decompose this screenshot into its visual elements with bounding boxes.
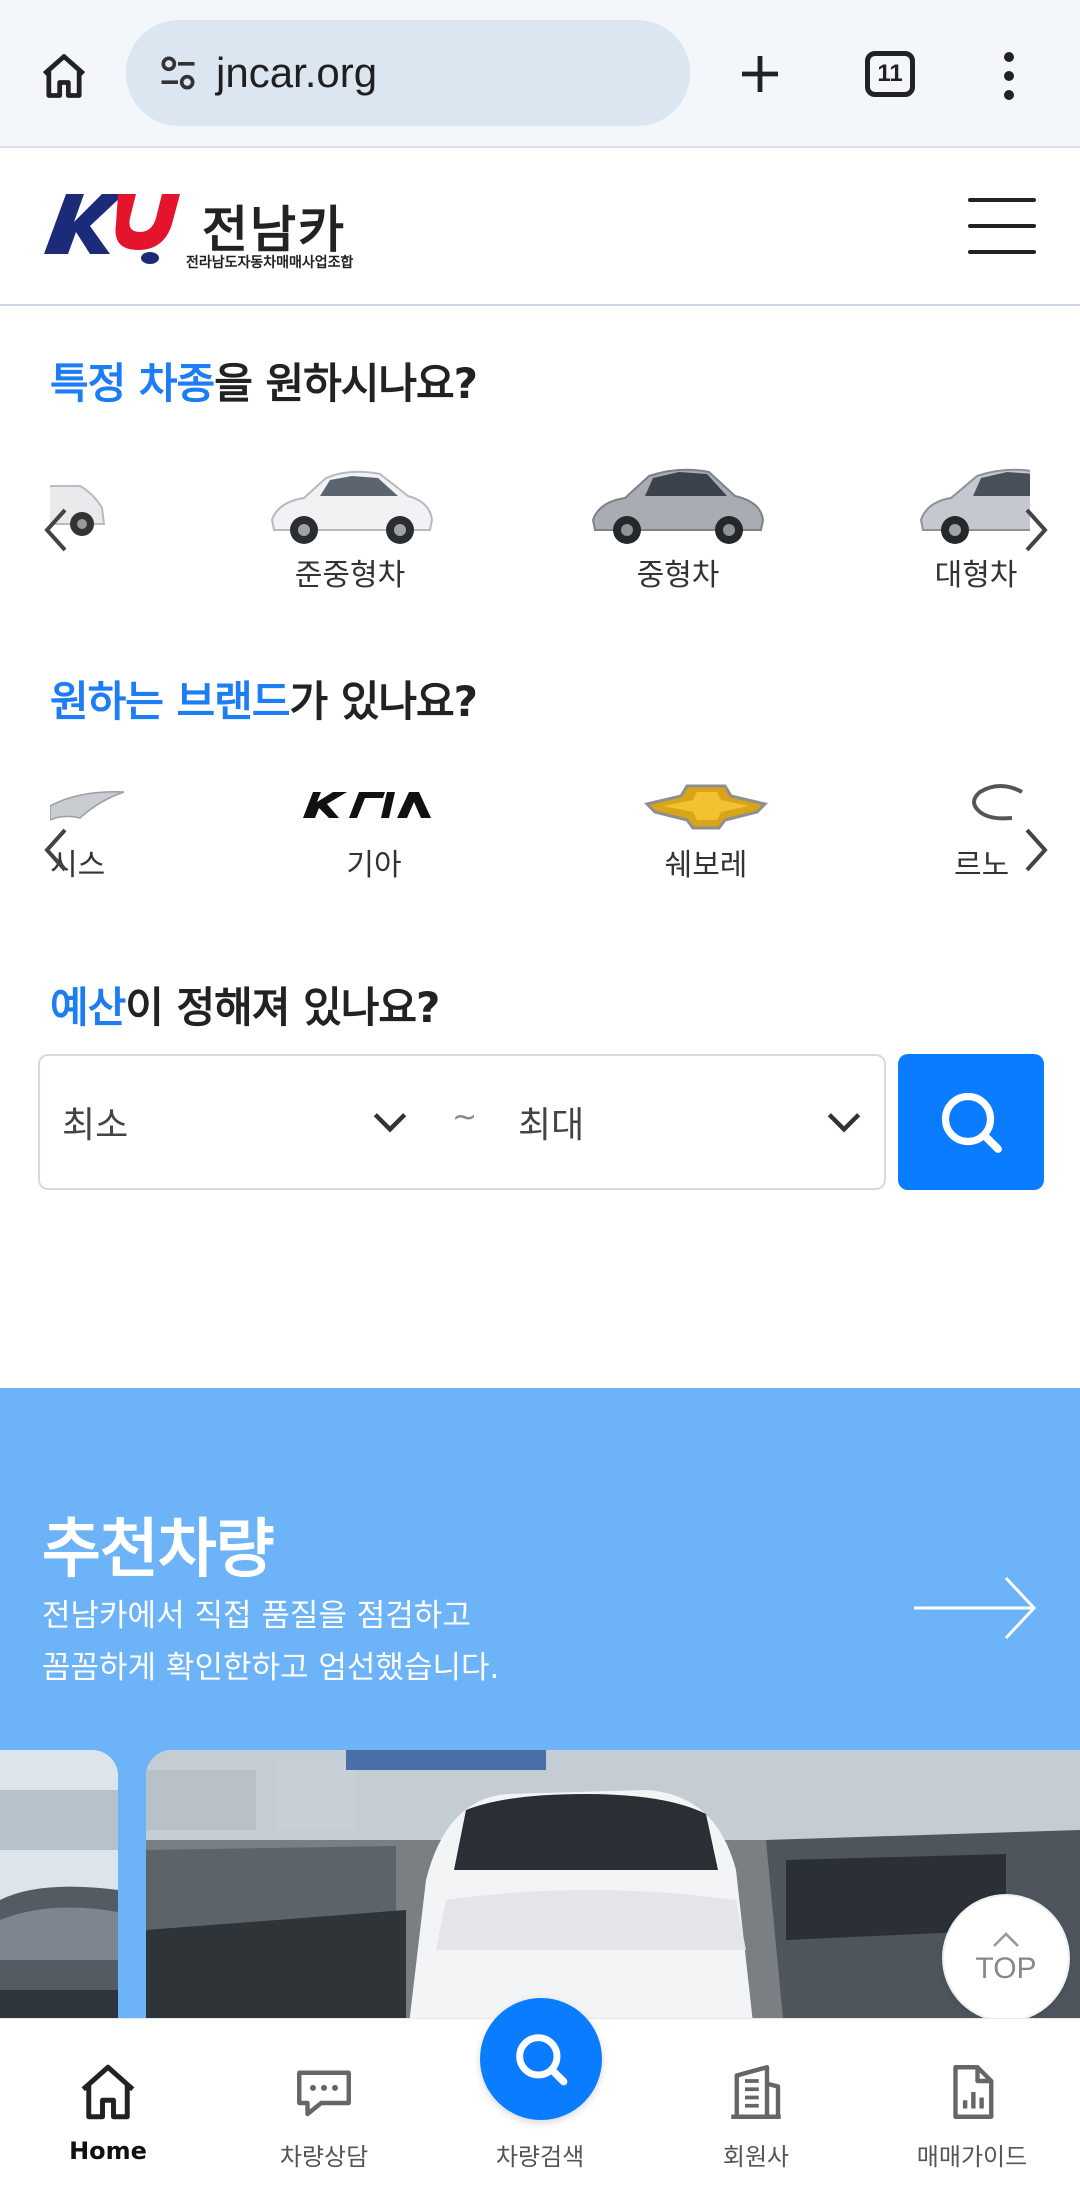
brand-next-arrow[interactable] bbox=[1016, 820, 1056, 880]
site-header: 전남카 전라남도자동차매매사업조합 bbox=[0, 150, 1080, 306]
brand-item[interactable]: 쉐보레 bbox=[626, 770, 786, 884]
search-icon bbox=[516, 2034, 568, 2086]
chevron-down-icon[interactable] bbox=[822, 1100, 866, 1144]
arrow-right-icon[interactable] bbox=[910, 1568, 1040, 1648]
brand-label: 쉐보레 bbox=[664, 848, 748, 883]
site-logo[interactable]: 전남카 전라남도자동차매매사업조합 bbox=[40, 180, 400, 280]
brand-item[interactable]: 기아 bbox=[294, 770, 454, 884]
nav-label: Home bbox=[69, 2137, 147, 2165]
nav-label: 차량상담 bbox=[279, 2143, 369, 2171]
address-bar[interactable]: jncar.org bbox=[126, 20, 690, 126]
car-type-item[interactable]: 준중형차 bbox=[250, 450, 450, 594]
car-type-carousel: ㅏ 준중형차 중형차 대형차 bbox=[50, 450, 1030, 610]
car-type-label: 대형차 bbox=[934, 558, 1018, 593]
browser-toolbar: jncar.org 11 bbox=[0, 0, 1080, 148]
budget-min-value: 최소 bbox=[62, 1105, 129, 1146]
brand-prev-arrow[interactable] bbox=[36, 820, 76, 880]
brand-carousel: 시스 기아 쉐보레 르노 bbox=[50, 770, 1030, 910]
nav-guide[interactable]: 매매가이드 bbox=[882, 2059, 1062, 2189]
nav-search-button[interactable] bbox=[480, 1998, 602, 2120]
nav-consult[interactable]: 차량상담 bbox=[234, 2059, 414, 2189]
scroll-top-button[interactable]: TOP bbox=[942, 1894, 1070, 2022]
site-settings-icon[interactable] bbox=[148, 43, 208, 103]
brand-heading: 원하는 브랜드가 있나요? bbox=[50, 677, 478, 726]
budget-separator: ~ bbox=[452, 1100, 478, 1135]
new-tab-icon[interactable] bbox=[720, 38, 800, 110]
url-text[interactable]: jncar.org bbox=[216, 49, 377, 97]
chevron-up-icon bbox=[993, 1932, 1019, 1947]
brand-label: 기아 bbox=[346, 848, 402, 883]
car-type-label: 중형차 bbox=[636, 558, 720, 593]
budget-selector: 최소 ~ 최대 bbox=[38, 1054, 886, 1190]
budget-max-value: 최대 bbox=[518, 1105, 585, 1146]
search-icon bbox=[941, 1092, 1002, 1153]
car-type-heading: 특정 차종을 원하시나요? bbox=[50, 359, 478, 408]
budget-heading: 예산이 정해져 있나요? bbox=[50, 983, 440, 1032]
nav-label: 차량검색 bbox=[495, 2143, 585, 2171]
tab-count: 11 bbox=[865, 51, 915, 97]
recommend-description: 전남카에서 직접 품질을 점검하고 꼼꼼하게 확인한하고 엄선했습니다. bbox=[42, 1598, 500, 1686]
tab-switcher-button[interactable]: 11 bbox=[852, 42, 928, 106]
car-type-next-arrow[interactable] bbox=[1016, 500, 1056, 560]
nav-home[interactable]: Home bbox=[18, 2059, 198, 2189]
chat-icon bbox=[297, 2070, 351, 2117]
car-type-prev-arrow[interactable] bbox=[36, 500, 76, 560]
recommended-car-card[interactable] bbox=[146, 1750, 1080, 2018]
building-icon bbox=[731, 2065, 781, 2119]
home-icon[interactable] bbox=[28, 40, 100, 112]
home-icon bbox=[81, 2064, 135, 2120]
nav-label: 회원사 bbox=[722, 2143, 790, 2171]
nav-members[interactable]: 회원사 bbox=[666, 2059, 846, 2189]
top-label: TOP bbox=[975, 1952, 1037, 1985]
car-type-item[interactable]: 중형차 bbox=[578, 450, 778, 594]
car-type-label: 준중형차 bbox=[294, 558, 406, 593]
nav-label: 매매가이드 bbox=[916, 2143, 1028, 2171]
more-menu-icon[interactable] bbox=[984, 40, 1034, 112]
recommend-title: 추천차량 bbox=[42, 1513, 275, 1587]
document-chart-icon bbox=[953, 2065, 994, 2119]
recommended-car-card[interactable] bbox=[0, 1750, 118, 2018]
car-type-item[interactable]: 대형차 bbox=[906, 450, 1030, 594]
chevron-down-icon[interactable] bbox=[368, 1100, 412, 1144]
recommended-cars-section: 추천차량 전남카에서 직접 품질을 점검하고 꼼꼼하게 확인한하고 엄선했습니다… bbox=[0, 1388, 1080, 2018]
logo-subtitle: 전라남도자동차매매사업조합 bbox=[186, 255, 354, 271]
brand-label: 르노 bbox=[954, 848, 1010, 883]
menu-icon[interactable] bbox=[968, 198, 1036, 254]
budget-search-button[interactable] bbox=[898, 1054, 1044, 1190]
